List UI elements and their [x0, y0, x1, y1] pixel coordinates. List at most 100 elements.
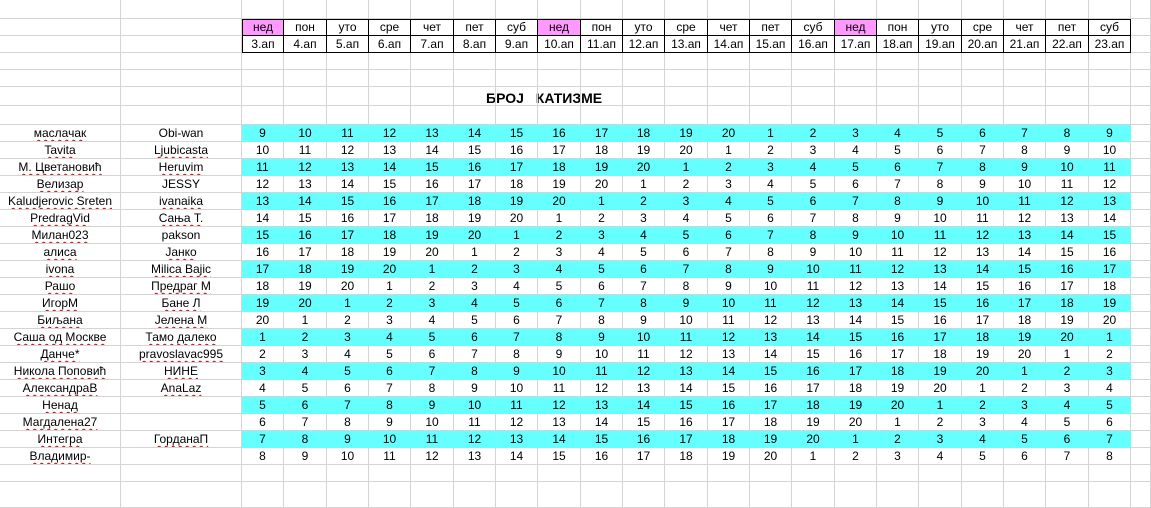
kathisma-number-cell[interactable]: 6	[708, 227, 750, 244]
kathisma-number-cell[interactable]: 11	[327, 125, 369, 142]
kathisma-number-cell[interactable]: 1	[623, 176, 665, 193]
empty-cell[interactable]	[242, 465, 284, 482]
empty-cell[interactable]	[792, 482, 835, 508]
kathisma-number-cell[interactable]: 11	[369, 448, 411, 465]
empty-cell[interactable]	[1131, 36, 1151, 53]
kathisma-number-cell[interactable]: 16	[496, 142, 538, 159]
kathisma-number-cell[interactable]: 20	[327, 278, 369, 295]
empty-cell[interactable]	[284, 482, 327, 508]
empty-cell[interactable]	[665, 53, 708, 70]
kathisma-number-cell[interactable]: 13	[623, 380, 665, 397]
reader-name-cell[interactable]: Интегра	[0, 431, 121, 448]
empty-cell[interactable]	[708, 106, 750, 125]
kathisma-number-cell[interactable]: 12	[538, 397, 581, 414]
kathisma-number-cell[interactable]: 13	[750, 329, 792, 346]
kathisma-number-cell[interactable]: 3	[708, 176, 750, 193]
kathisma-number-cell[interactable]: 7	[284, 414, 327, 431]
empty-cell[interactable]	[242, 482, 284, 508]
empty-cell[interactable]	[750, 53, 792, 70]
kathisma-number-cell[interactable]: 17	[1089, 261, 1131, 278]
empty-cell[interactable]	[835, 0, 877, 19]
kathisma-number-cell[interactable]: 4	[962, 431, 1004, 448]
empty-cell[interactable]	[623, 70, 665, 87]
kathisma-number-cell[interactable]: 1	[665, 159, 708, 176]
empty-cell[interactable]	[496, 106, 538, 125]
empty-cell[interactable]	[1131, 210, 1151, 227]
empty-cell[interactable]	[623, 0, 665, 19]
kathisma-number-cell[interactable]: 11	[962, 210, 1004, 227]
kathisma-number-cell[interactable]: 19	[369, 244, 411, 261]
kathisma-number-cell[interactable]: 1	[496, 227, 538, 244]
kathisma-number-cell[interactable]: 17	[623, 448, 665, 465]
kathisma-number-cell[interactable]: 20	[369, 261, 411, 278]
empty-cell[interactable]	[1046, 70, 1089, 87]
kathisma-number-cell[interactable]: 19	[327, 261, 369, 278]
date-header[interactable]: 10.ап	[538, 35, 581, 53]
kathisma-number-cell[interactable]: 18	[792, 397, 835, 414]
kathisma-number-cell[interactable]: 2	[877, 431, 919, 448]
kathisma-number-cell[interactable]: 9	[242, 125, 284, 142]
kathisma-number-cell[interactable]: 10	[496, 380, 538, 397]
empty-cell[interactable]	[411, 106, 454, 125]
empty-cell[interactable]	[369, 106, 411, 125]
kathisma-number-cell[interactable]: 9	[835, 227, 877, 244]
kathisma-number-cell[interactable]: 10	[284, 125, 327, 142]
empty-cell[interactable]	[1046, 53, 1089, 70]
empty-cell[interactable]	[1089, 482, 1131, 508]
kathisma-number-cell[interactable]: 6	[369, 363, 411, 380]
empty-cell[interactable]	[1131, 482, 1151, 508]
kathisma-number-cell[interactable]: 12	[496, 414, 538, 431]
empty-cell[interactable]	[877, 465, 919, 482]
empty-cell[interactable]	[792, 106, 835, 125]
reader-name-cell[interactable]: Ненад	[0, 397, 121, 414]
kathisma-number-cell[interactable]: 13	[1046, 210, 1089, 227]
empty-cell[interactable]	[369, 70, 411, 87]
kathisma-number-cell[interactable]: 19	[496, 193, 538, 210]
empty-cell[interactable]	[538, 70, 581, 87]
reader-name-cell[interactable]: Сања Т.	[121, 210, 242, 227]
kathisma-number-cell[interactable]: 2	[581, 210, 623, 227]
kathisma-number-cell[interactable]: 18	[454, 193, 496, 210]
kathisma-number-cell[interactable]: 8	[708, 261, 750, 278]
kathisma-number-cell[interactable]: 10	[369, 431, 411, 448]
kathisma-number-cell[interactable]: 14	[708, 363, 750, 380]
empty-cell[interactable]	[0, 87, 121, 106]
date-header[interactable]: 16.ап	[792, 35, 835, 53]
kathisma-number-cell[interactable]: 7	[919, 159, 962, 176]
empty-cell[interactable]	[284, 87, 327, 106]
date-header[interactable]: 18.ап	[877, 35, 919, 53]
reader-name-cell[interactable]: Владимир-	[0, 448, 121, 465]
kathisma-number-cell[interactable]: 1	[835, 431, 877, 448]
empty-cell[interactable]	[1131, 0, 1151, 19]
reader-name-cell[interactable]: АлександраВ	[0, 380, 121, 397]
empty-cell[interactable]	[581, 53, 623, 70]
empty-cell[interactable]	[411, 70, 454, 87]
empty-cell[interactable]	[665, 482, 708, 508]
date-header[interactable]: 22.ап	[1046, 35, 1089, 53]
kathisma-number-cell[interactable]: 14	[369, 159, 411, 176]
kathisma-number-cell[interactable]: 7	[792, 210, 835, 227]
date-header[interactable]: 6.ап	[369, 35, 411, 53]
kathisma-number-cell[interactable]: 15	[369, 176, 411, 193]
date-header[interactable]: 11.ап	[581, 35, 623, 53]
kathisma-number-cell[interactable]: 18	[327, 244, 369, 261]
reader-name-cell[interactable]: Магдалена27	[0, 414, 121, 431]
kathisma-number-cell[interactable]: 17	[538, 142, 581, 159]
empty-cell[interactable]	[242, 70, 284, 87]
kathisma-number-cell[interactable]: 8	[623, 295, 665, 312]
kathisma-number-cell[interactable]: 16	[665, 414, 708, 431]
kathisma-number-cell[interactable]: 10	[708, 295, 750, 312]
empty-cell[interactable]	[665, 70, 708, 87]
date-header[interactable]: 5.ап	[327, 35, 369, 53]
kathisma-number-cell[interactable]: 11	[665, 329, 708, 346]
kathisma-number-cell[interactable]: 4	[242, 380, 284, 397]
kathisma-number-cell[interactable]: 7	[581, 295, 623, 312]
kathisma-number-cell[interactable]: 20	[496, 210, 538, 227]
empty-cell[interactable]	[1131, 53, 1151, 70]
kathisma-number-cell[interactable]: 14	[665, 380, 708, 397]
empty-cell[interactable]	[877, 0, 919, 19]
kathisma-number-cell[interactable]: 14	[242, 210, 284, 227]
kathisma-number-cell[interactable]: 16	[750, 380, 792, 397]
empty-cell[interactable]	[1046, 465, 1089, 482]
kathisma-number-cell[interactable]: 2	[835, 448, 877, 465]
